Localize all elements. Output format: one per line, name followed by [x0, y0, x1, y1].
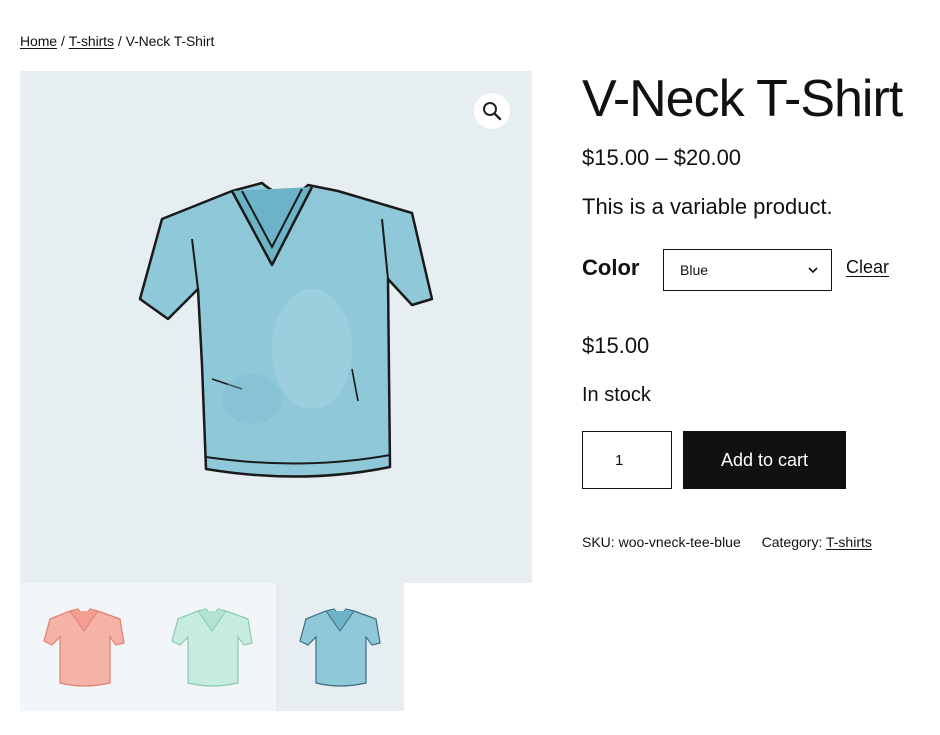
magnifier-icon: [483, 102, 502, 121]
category-link[interactable]: T-shirts: [826, 534, 872, 550]
add-to-cart-button[interactable]: Add to cart: [683, 431, 846, 489]
breadcrumb-current: V-Neck T-Shirt: [125, 33, 215, 49]
color-label: Color: [582, 255, 640, 280]
category-info: Category: T-shirts: [762, 534, 872, 550]
variation-price: $15.00: [582, 333, 650, 358]
breadcrumb-separator: /: [60, 33, 65, 49]
thumbnail-pink[interactable]: [20, 583, 148, 711]
product-summary: V-Neck T-Shirt $15.00 – $20.00 This is a…: [582, 70, 922, 550]
color-select[interactable]: Blue: [663, 249, 832, 291]
product-meta: SKU: woo-vneck-tee-blue Category: T-shir…: [582, 534, 872, 550]
breadcrumb: Home / T-shirts / V-Neck T-Shirt: [20, 33, 214, 49]
tshirt-image: [299, 608, 381, 687]
tshirt-image: [138, 181, 434, 478]
thumbnail-blue[interactable]: [276, 583, 404, 711]
breadcrumb-separator: /: [117, 33, 122, 49]
price-range: $15.00 – $20.00: [582, 145, 742, 170]
thumbnail-mint[interactable]: [148, 583, 276, 711]
color-select-value: Blue: [680, 262, 709, 278]
category-label: Category:: [761, 534, 823, 550]
stock-status: In stock: [582, 384, 651, 406]
color-variation: Color Blue Clear: [582, 249, 922, 291]
sku-value: woo-vneck-tee-blue: [618, 534, 741, 550]
sku-label: SKU:: [582, 534, 615, 550]
zoom-button[interactable]: [474, 93, 510, 129]
tshirt-image: [43, 608, 125, 687]
quantity-value: 1: [615, 452, 624, 469]
sku-info: SKU: woo-vneck-tee-blue: [582, 534, 741, 550]
quantity-input[interactable]: 1: [582, 431, 672, 489]
breadcrumb-home-link[interactable]: Home: [20, 33, 57, 49]
product-description: This is a variable product.: [582, 194, 833, 219]
product-title: V-Neck T-Shirt: [582, 70, 903, 128]
chevron-down-icon: [808, 267, 818, 274]
clear-link[interactable]: Clear: [846, 257, 889, 278]
tshirt-image: [171, 608, 253, 687]
breadcrumb-category-link[interactable]: T-shirts: [69, 33, 114, 49]
product-main-image[interactable]: [20, 71, 532, 583]
thumbnail-strip: [20, 583, 404, 711]
